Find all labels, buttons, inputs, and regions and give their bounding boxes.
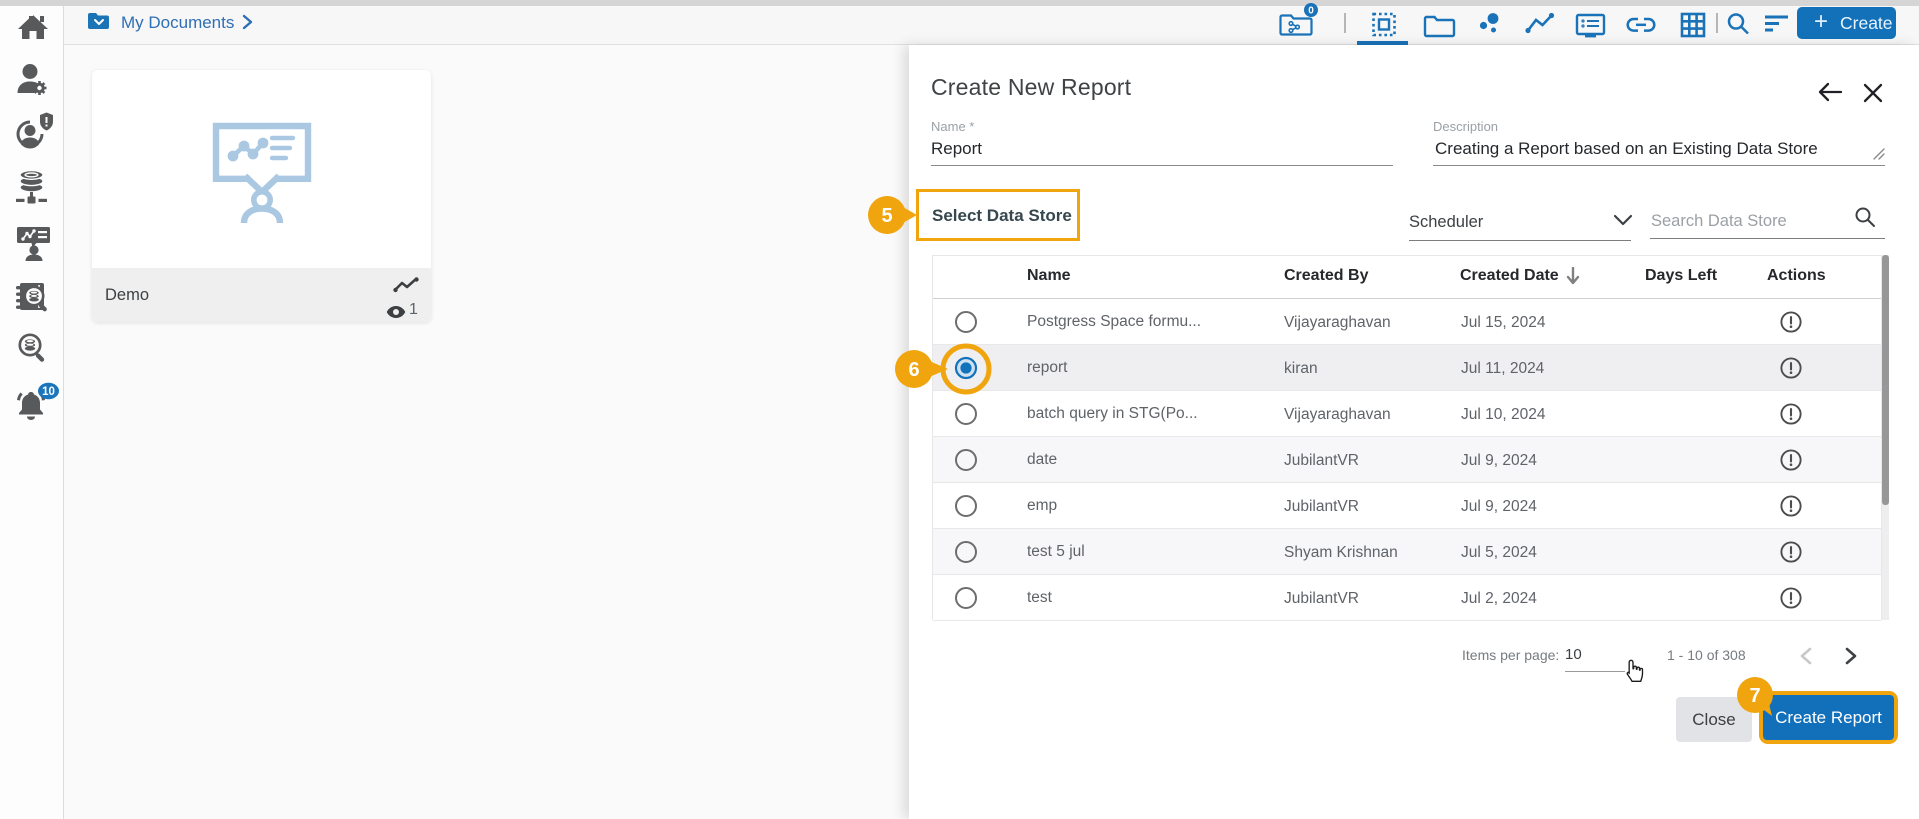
svg-text:5: 5 [881, 205, 892, 227]
svg-text:7: 7 [1749, 685, 1760, 707]
svg-text:0: 0 [1308, 6, 1314, 17]
svg-text:10: 10 [42, 386, 55, 398]
svg-text:6: 6 [908, 359, 919, 381]
